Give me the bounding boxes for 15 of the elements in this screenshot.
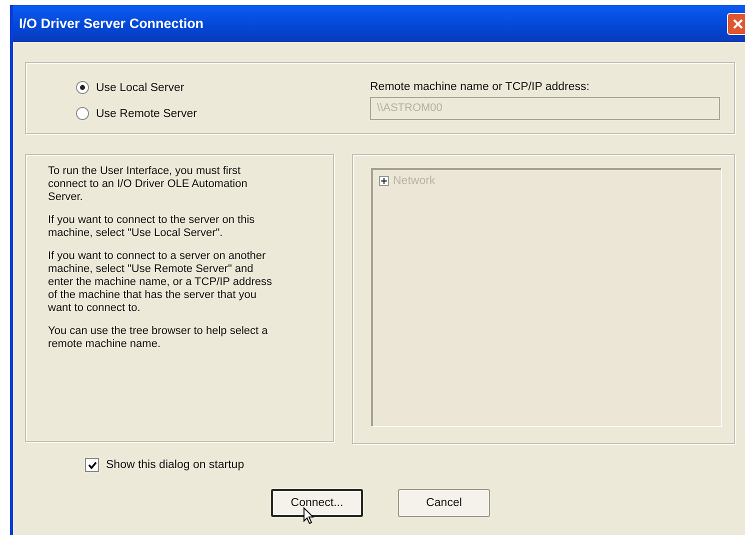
dialog-button[interactable]: Cancel [398,489,490,517]
dialog-button[interactable]: Connect... [271,489,363,517]
close-button[interactable] [727,12,745,34]
help-text: You can use the tree browser to help select a remote machine name. [48,325,269,351]
close-icon [732,18,744,30]
window-title: I/O Driver Server Connection [19,16,204,31]
cursor-icon [303,507,315,525]
check-icon [88,460,96,470]
help-text: To run the User Interface, you must first connect to an I/O Driver OLE Automation Server. [48,165,248,204]
help-text: If you want to connect to the server on this machine, select "Use Local Server". [48,214,256,240]
help-text: If you want to connect to a server on another machine, select "Use Remote Server" and enter the machine name, or a TCP/IP address of the machine that has the server that you want to connect to. [48,250,273,315]
startup-checkbox[interactable]: Show this dialog on startup [85,458,745,472]
radio-option[interactable]: Use Local Server [76,81,370,94]
field-label: Remote machine name or TCP/IP address: [370,81,590,93]
radio-option[interactable]: Use Remote Server [76,107,370,120]
